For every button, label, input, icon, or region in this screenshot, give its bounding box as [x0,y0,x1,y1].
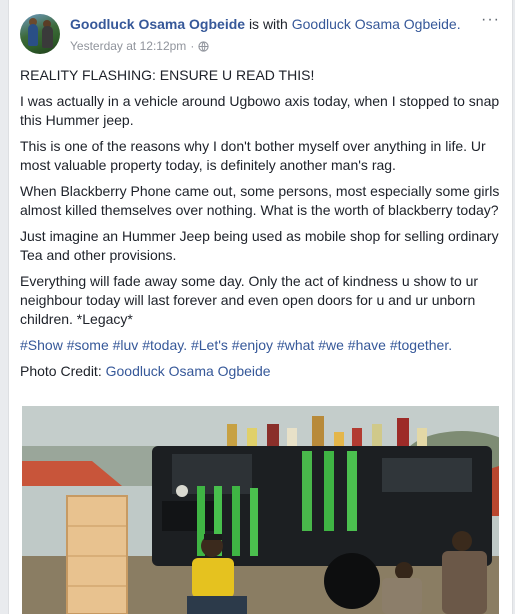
post-card: Goodluck Osama Ogbeide is with Goodluck … [8,0,513,614]
hashtag-link[interactable]: #enjoy [232,337,273,353]
meta-separator: · [190,39,195,53]
hashtag-link[interactable]: #have [348,337,386,353]
hashtag-link[interactable]: #what [277,337,314,353]
more-options-button[interactable]: ··· [481,12,500,28]
hummer-photo [22,406,499,614]
tagged-user-link[interactable]: Goodluck Osama Ogbeide. [292,16,461,32]
author-name-link[interactable]: Goodluck Osama Ogbeide [70,16,245,32]
post-paragraph: When Blackberry Phone came out, some per… [20,183,500,218]
post-paragraph: I was actually in a vehicle around Ugbow… [20,93,500,128]
photo-credit-label: Photo Credit: [20,363,102,379]
header-line: Goodluck Osama Ogbeide is with Goodluck … [70,16,461,32]
post-paragraph: Everything will fade away some day. Only… [20,273,479,327]
photo-credit: Photo Credit: Goodluck Osama Ogbeide [20,362,505,381]
avatar[interactable] [20,14,60,54]
post-timestamp[interactable]: Yesterday at 12:12pm [70,39,186,53]
globe-icon[interactable] [198,40,209,52]
hashtag-link[interactable]: #Let's [191,337,228,353]
post-header: Goodluck Osama Ogbeide is with Goodluck … [20,10,502,58]
hashtag-link[interactable]: #Show [20,337,63,353]
hashtag-link[interactable]: #we [318,337,344,353]
post-body: REALITY FLASHING: ENSURE U READ THIS! I … [20,66,505,388]
hashtag-link[interactable]: #today. [142,337,187,353]
hashtag-link[interactable]: #some [67,337,109,353]
hashtag-list: #Show #some #luv #today. #Let's #enjoy #… [20,336,505,355]
post-paragraph: Just imagine an Hummer Jeep being used a… [20,228,499,263]
photo-credit-link[interactable]: Goodluck Osama Ogbeide [106,363,271,379]
post-photo[interactable] [22,406,499,614]
hashtag-link[interactable]: #luv [113,337,139,353]
with-text: is with [248,16,288,32]
hashtag-link[interactable]: #together. [390,337,452,353]
post-paragraph: This is one of the reasons why I don't b… [20,138,486,173]
post-meta: Yesterday at 12:12pm · [70,39,209,53]
post-paragraph: REALITY FLASHING: ENSURE U READ THIS! [20,67,315,83]
